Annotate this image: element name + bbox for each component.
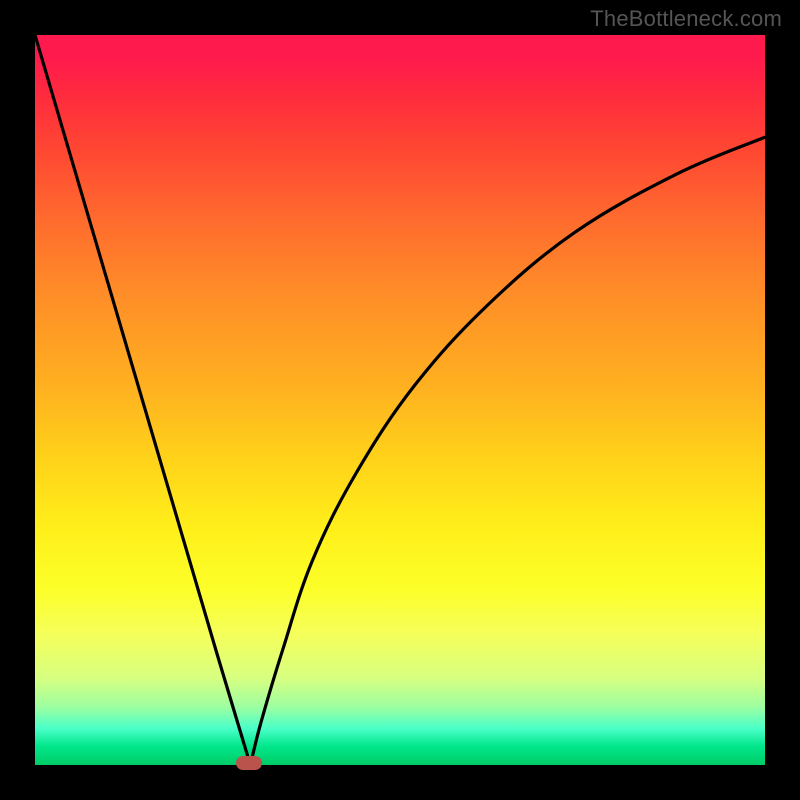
- chart-frame: TheBottleneck.com: [0, 0, 800, 800]
- curve-left-branch: [35, 35, 250, 765]
- curve-right-branch: [250, 137, 765, 765]
- curve-layer: [35, 35, 765, 765]
- min-marker: [236, 756, 262, 770]
- plot-area: [35, 35, 765, 765]
- watermark-text: TheBottleneck.com: [590, 6, 782, 32]
